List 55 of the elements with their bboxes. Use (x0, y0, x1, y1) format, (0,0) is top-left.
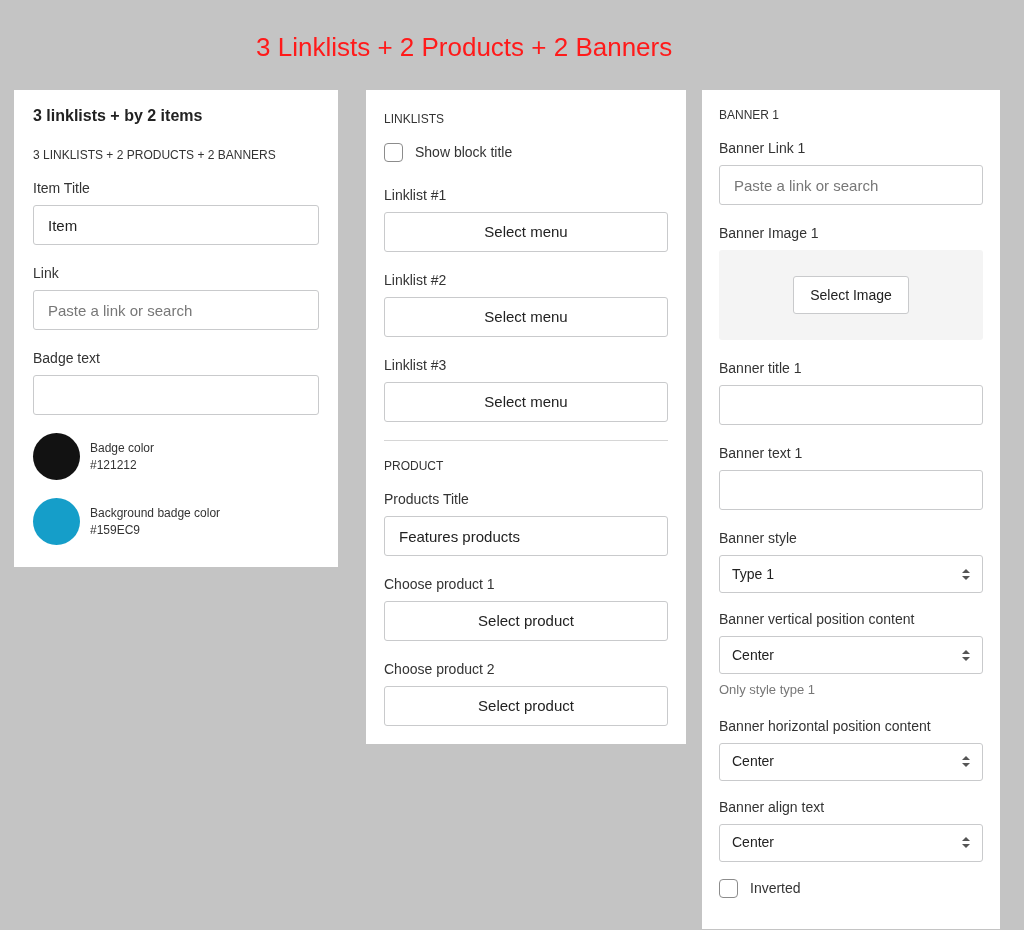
text-field[interactable]: Paste a link or search (719, 165, 983, 205)
checkbox-label: Show block title (415, 143, 513, 162)
field-label: Banner style (719, 529, 798, 548)
section-heading: LINKLISTS (384, 111, 446, 128)
field-label: Choose product 1 (384, 575, 496, 594)
field-label: Banner align text (719, 797, 826, 817)
text-field[interactable] (33, 375, 319, 415)
field-label: Choose product 2 (384, 660, 496, 679)
field-label: Linklist #2 (384, 271, 448, 290)
color-label: Badge color (90, 439, 155, 457)
sort-arrows-icon (962, 837, 970, 848)
field-label: Link (33, 264, 60, 283)
section-heading: 3 LINKLISTS + 2 PRODUCTS + 2 BANNERS (33, 147, 277, 164)
color-value: #121212 (90, 456, 138, 474)
dropdown-field[interactable]: Center (719, 742, 983, 781)
field-label: Banner Image 1 (719, 224, 820, 243)
text-field[interactable]: Paste a link or search (33, 290, 319, 330)
checkbox-label: Inverted (750, 878, 801, 898)
text-field[interactable]: Item (33, 205, 319, 245)
text-field[interactable] (719, 470, 983, 510)
field-label: Item Title (33, 179, 91, 198)
color-value: #159EC9 (90, 521, 142, 539)
color-label: Background badge color (90, 504, 221, 522)
section-heading: BANNER 1 (719, 107, 781, 124)
field-label: Banner vertical position content (719, 610, 916, 629)
select-button[interactable]: Select menu (384, 297, 668, 337)
sort-arrows-icon (962, 756, 970, 767)
field-label: Banner text 1 (719, 444, 804, 463)
dropdown-field[interactable]: Type 1 (719, 555, 983, 593)
help-text: Only style type 1 (719, 681, 817, 699)
panel-title: 3 linklists + by 2 items (33, 106, 204, 126)
dropdown-field[interactable]: Center (719, 823, 983, 862)
sort-arrows-icon (962, 649, 970, 661)
text-field[interactable]: Features products (384, 516, 668, 556)
select-button[interactable]: Select product (384, 601, 668, 641)
page-title: 3 Linklists + 2 Products + 2 Banners (256, 32, 673, 62)
sort-arrows-icon (962, 568, 970, 580)
field-label: Linklist #1 (384, 186, 448, 205)
select-image-button[interactable]: Select Image (793, 276, 909, 314)
select-button[interactable]: Select menu (384, 382, 668, 422)
field-label: Banner horizontal position content (719, 716, 932, 736)
checkbox[interactable] (719, 878, 738, 898)
select-button[interactable]: Select product (384, 686, 668, 726)
text-field[interactable] (719, 385, 983, 425)
field-label: Badge text (33, 349, 101, 368)
field-label: Linklist #3 (384, 356, 448, 375)
select-button[interactable]: Select menu (384, 212, 668, 252)
field-label: Products Title (384, 490, 470, 509)
section-heading: PRODUCT (384, 458, 445, 475)
field-label: Banner Link 1 (719, 139, 807, 158)
color-swatch[interactable] (33, 433, 80, 480)
checkbox[interactable] (384, 143, 403, 162)
field-label: Banner title 1 (719, 359, 803, 378)
dropdown-field[interactable]: Center (719, 636, 983, 674)
color-swatch[interactable] (33, 498, 80, 545)
